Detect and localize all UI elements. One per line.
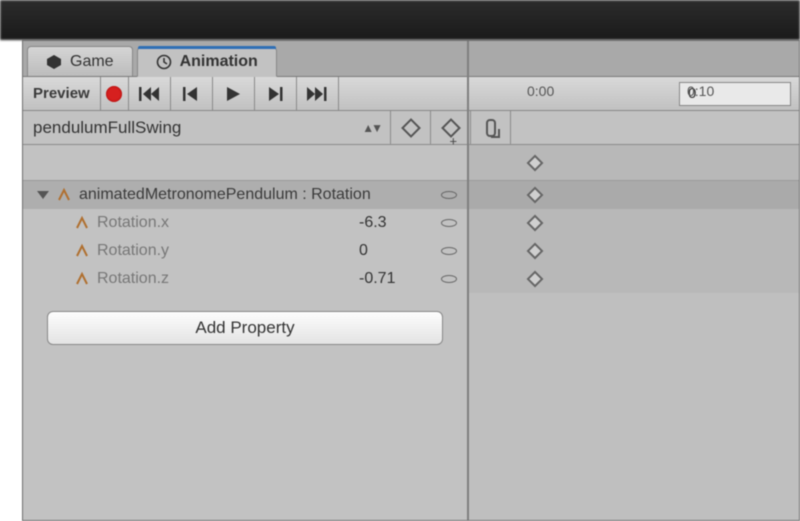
ellipsis-icon [441,247,457,255]
play-button[interactable] [213,77,255,110]
transform-icon [75,216,89,230]
pane-splitter[interactable] [467,41,469,520]
track-spacer [467,145,799,181]
next-key-button[interactable] [255,77,297,110]
keyframe-plus-icon [441,118,461,138]
clock-icon [156,54,172,70]
transform-icon [75,244,89,258]
split-panes: animatedMetronomePendulum : Rotation Rot… [23,145,799,520]
property-row-rotation-y[interactable]: Rotation.y 0 [23,237,467,265]
clip-select[interactable]: pendulumFullSwing ▲▼ [23,111,391,144]
property-row-rotation-x[interactable]: Rotation.x -6.3 [23,209,467,237]
unity-editor-frame: Game Animation Preview [0,0,800,521]
add-event-button[interactable] [471,111,511,144]
record-dot-icon [106,86,122,102]
add-keyframe-plus-button[interactable] [431,111,471,144]
keyframe-marker-icon[interactable] [527,215,544,232]
go-to-end-button[interactable] [297,77,339,110]
ruler-tick-0: 0:00 [527,83,554,99]
property-panel: animatedMetronomePendulum : Rotation Rot… [23,145,467,520]
ruler-tick-1: 0:10 [687,83,714,99]
property-row-menu[interactable] [439,242,459,260]
animation-window: Game Animation Preview [22,40,800,521]
property-row-rotation-z[interactable]: Rotation.z -0.71 [23,265,467,293]
tab-game[interactable]: Game [27,46,133,76]
track-rotation-x[interactable] [467,209,799,237]
track-rotation[interactable] [467,181,799,209]
keyframe-marker-icon[interactable] [527,243,544,260]
preview-toggle[interactable]: Preview [23,77,101,110]
track-rotation-y[interactable] [467,237,799,265]
record-button[interactable] [101,77,129,110]
property-row-menu[interactable] [439,270,459,288]
next-key-icon [265,86,285,102]
property-list: animatedMetronomePendulum : Rotation Rot… [23,181,467,293]
ellipsis-icon [441,219,457,227]
property-header-spacer [23,145,467,181]
preview-label: Preview [33,85,90,102]
prev-key-icon [181,86,201,102]
prev-key-button[interactable] [171,77,213,110]
tab-animation[interactable]: Animation [137,47,277,77]
skip-end-icon [307,86,327,102]
tab-bar: Game Animation [23,41,799,77]
go-to-start-button[interactable] [129,77,171,110]
clip-name-label: pendulumFullSwing [33,118,181,138]
add-keyframe-button[interactable] [391,111,431,144]
property-label: Rotation.z [97,270,359,288]
property-row-menu[interactable] [439,186,459,204]
property-value[interactable]: -6.3 [359,214,439,232]
track-rotation-z[interactable] [467,265,799,293]
tab-game-label: Game [70,53,114,71]
property-row-label: animatedMetronomePendulum : Rotation [79,186,439,204]
property-value[interactable]: -0.71 [359,270,439,288]
property-label: Rotation.y [97,242,359,260]
property-value[interactable]: 0 [359,242,439,260]
ellipsis-icon [441,191,457,199]
property-label: Rotation.x [97,214,359,232]
disclosure-triangle-icon [37,191,49,199]
event-marker-icon [486,119,496,137]
ellipsis-icon [441,275,457,283]
timeline-panel[interactable]: 0:00 0:10 [467,145,799,520]
play-icon [223,86,243,102]
transform-icon [57,188,71,202]
dropdown-icon: ▲▼ [362,121,380,135]
keyframe-marker-icon[interactable] [527,154,544,171]
keyframe-icon [401,118,421,138]
add-property-area: Add Property [23,293,467,363]
time-ruler[interactable]: 0:00 0:10 [467,77,799,111]
unity-logo-icon [46,54,62,70]
property-row-rotation[interactable]: animatedMetronomePendulum : Rotation [23,181,467,209]
add-property-button[interactable]: Add Property [47,311,443,345]
transform-icon [75,272,89,286]
keyframe-marker-icon[interactable] [527,271,544,288]
add-property-label: Add Property [195,318,294,337]
keyframe-marker-icon[interactable] [527,187,544,204]
property-row-menu[interactable] [439,214,459,232]
tab-animation-label: Animation [180,53,258,71]
scene-preview-strip [0,0,800,40]
clip-toolbar: pendulumFullSwing ▲▼ [23,111,799,145]
track-area[interactable] [467,145,799,520]
skip-start-icon [139,86,159,102]
